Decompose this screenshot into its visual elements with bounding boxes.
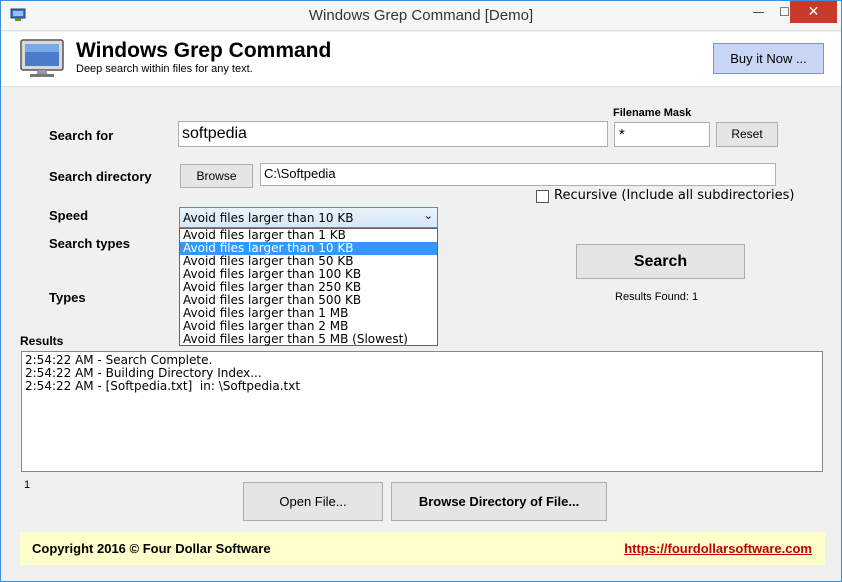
speed-select-value: Avoid files larger than 10 KB [183,211,354,225]
minimize-button[interactable]: — [745,1,772,23]
search-for-label: Search for [49,128,114,143]
search-types-label: Search types [49,236,130,251]
search-input[interactable]: softpedia [178,121,608,147]
monitor-icon [20,39,64,77]
app-header: Windows Grep Command Deep search within … [2,32,841,87]
dropdown-option[interactable]: Avoid files larger than 5 MB (Slowest) [180,333,437,346]
search-button[interactable]: Search [576,244,745,279]
result-line: 2:54:22 AM - [Softpedia.txt] in: \Softpe… [25,379,301,393]
copyright-text: Copyright 2016 © Four Dollar Software [32,541,271,556]
close-button[interactable]: ✕ [790,1,837,23]
browse-directory-of-file-button[interactable]: Browse Directory of File... [391,482,607,521]
speed-label: Speed [49,208,89,223]
app-title: Windows Grep Command [76,39,332,62]
recursive-checkbox[interactable] [536,190,549,203]
types-label: Types [49,290,86,305]
speed-select[interactable]: Avoid files larger than 10 KB ⌄ [179,207,438,228]
reset-button[interactable]: Reset [716,122,778,147]
browse-button[interactable]: Browse [180,164,253,188]
result-count: 1 [24,479,31,491]
search-directory-label: Search directory [49,169,152,184]
open-file-button[interactable]: Open File... [243,482,383,521]
title-bar[interactable]: Windows Grep Command [Demo] — ☐ ✕ [1,1,841,31]
footer-bar: Copyright 2016 © Four Dollar Software ht… [20,532,825,565]
results-found-text: Results Found: 1 [615,291,699,303]
window-title: Windows Grep Command [Demo] [308,7,534,24]
buy-now-button[interactable]: Buy it Now ... [713,43,824,74]
app-window: Windows Grep Command [Demo] — ☐ ✕ Window… [0,0,842,582]
filename-mask-input[interactable]: * [614,122,710,147]
directory-input[interactable]: C:\Softpedia [260,163,776,186]
filename-mask-label: Filename Mask [613,107,692,119]
speed-dropdown-list: Avoid files larger than 1 KB Avoid files… [179,228,438,346]
results-log[interactable]: 2:54:22 AM - Search Complete. 2:54:22 AM… [21,351,823,472]
results-label: Results [20,334,64,348]
chevron-down-icon: ⌄ [423,209,433,222]
website-link[interactable]: https://fourdollarsoftware.com [624,541,812,556]
app-subtitle: Deep search within files for any text. [76,63,253,75]
recursive-label[interactable]: Recursive (Include all subdirectories) [554,188,794,203]
